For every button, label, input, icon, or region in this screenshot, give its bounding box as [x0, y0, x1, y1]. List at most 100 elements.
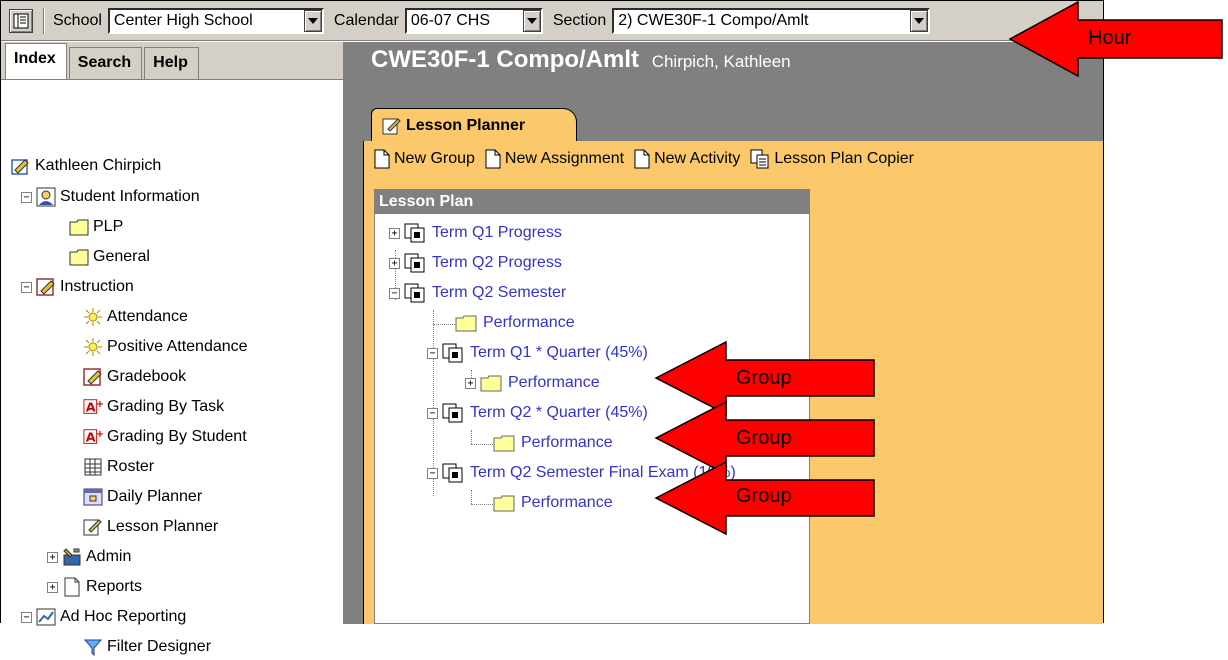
- tree-item-student-information[interactable]: − Student Information: [21, 184, 200, 210]
- plan-item-term-q2-semester[interactable]: − Term Q2 Semester: [389, 280, 566, 306]
- ad-hoc-chart-icon: [36, 607, 56, 627]
- expand-icon[interactable]: +: [389, 227, 400, 239]
- tree-item-grading-by-task[interactable]: A+ Grading By Task: [83, 394, 224, 420]
- chevron-down-icon[interactable]: [522, 9, 541, 32]
- annotation-label-hour: Hour: [1088, 27, 1132, 49]
- new-document-icon: [374, 149, 390, 169]
- tree-connector: [471, 444, 493, 445]
- tree-item-kathleen-chirpich[interactable]: Kathleen Chirpich: [11, 153, 161, 179]
- gradebook-icon: [83, 367, 103, 387]
- copy-icon: [750, 149, 770, 169]
- folder-icon: [493, 434, 515, 452]
- top-toolbar: School Center High School Calendar 06-07…: [1, 1, 1103, 41]
- new-activity-button[interactable]: New Activity: [634, 149, 740, 169]
- tree-item-reports[interactable]: + Reports: [47, 574, 142, 600]
- collapse-icon[interactable]: −: [427, 347, 438, 359]
- collapse-icon[interactable]: −: [389, 287, 400, 299]
- attendance-icon: [83, 337, 103, 357]
- plan-item-label: Performance: [521, 434, 613, 451]
- plan-item-performance[interactable]: Performance: [493, 430, 613, 456]
- stacked-pages-icon: [442, 403, 464, 423]
- user-edit-icon: [11, 156, 31, 176]
- calendar-select[interactable]: 06-07 CHS: [404, 7, 543, 34]
- tab-help[interactable]: Help: [144, 47, 199, 79]
- tab-search[interactable]: Search: [68, 47, 143, 79]
- tree-item-label: Admin: [86, 548, 132, 565]
- tree-item-instruction[interactable]: − Instruction: [21, 274, 134, 300]
- expand-icon[interactable]: +: [47, 551, 58, 563]
- tab-index[interactable]: Index: [5, 43, 67, 79]
- svg-text:+: +: [96, 399, 103, 410]
- plan-item-label: Performance: [508, 374, 600, 391]
- plan-item-term-q1-progress[interactable]: + Term Q1 Progress: [389, 220, 562, 246]
- tree-item-ad-hoc-reporting[interactable]: − Ad Hoc Reporting: [21, 604, 186, 630]
- new-group-label: New Group: [394, 150, 475, 167]
- tree-item-plp[interactable]: PLP: [69, 214, 123, 240]
- tree-item-label: Positive Attendance: [107, 338, 248, 355]
- stacked-pages-icon: [404, 253, 426, 273]
- student-info-icon: [36, 187, 56, 207]
- plan-item-label: Term Q1 * Quarter (45%): [470, 344, 648, 361]
- toggle-index-button[interactable]: [9, 8, 33, 33]
- lesson-plan-copier-button[interactable]: Lesson Plan Copier: [750, 149, 914, 169]
- plan-item-label: Performance: [483, 314, 575, 331]
- section-select[interactable]: 2) CWE30F-1 Compo/Amlt: [612, 7, 931, 34]
- school-select[interactable]: Center High School: [107, 7, 324, 34]
- lesson-planner-icon: [382, 116, 402, 136]
- tree-item-filter-designer[interactable]: Filter Designer: [83, 634, 211, 660]
- tree-item-grading-by-student[interactable]: A+ Grading By Student: [83, 424, 247, 450]
- plan-item-label: Term Q2 Progress: [432, 254, 562, 271]
- tree-item-gradebook[interactable]: Gradebook: [83, 364, 186, 390]
- copier-label: Lesson Plan Copier: [774, 150, 914, 167]
- action-bar: New Group New Assignment New Activity Le…: [374, 149, 924, 169]
- calendar-icon: [83, 487, 103, 507]
- folder-icon: [69, 217, 89, 237]
- collapse-icon[interactable]: −: [427, 467, 438, 479]
- new-assignment-button[interactable]: New Assignment: [485, 149, 624, 169]
- tree-item-general[interactable]: General: [69, 244, 150, 270]
- new-group-button[interactable]: New Group: [374, 149, 475, 169]
- grade-a-plus-icon: A+: [83, 397, 103, 417]
- tree-item-lesson-planner[interactable]: Lesson Planner: [83, 514, 218, 540]
- tree-item-label: Lesson Planner: [107, 518, 219, 535]
- plan-item-term-q2-progress[interactable]: + Term Q2 Progress: [389, 250, 562, 276]
- plan-item-label: Term Q1 Progress: [432, 224, 562, 241]
- tree-item-label: Grading By Student: [107, 428, 247, 445]
- chevron-down-icon[interactable]: [303, 9, 322, 32]
- lesson-plan-header: Lesson Plan: [375, 190, 809, 214]
- attendance-icon: [83, 307, 103, 327]
- plan-item-label: Performance: [521, 494, 613, 511]
- folder-icon: [480, 374, 502, 392]
- tree-item-attendance[interactable]: Attendance: [83, 304, 188, 330]
- stacked-pages-icon: [442, 343, 464, 363]
- chevron-down-icon[interactable]: [910, 9, 929, 32]
- expand-icon[interactable]: +: [47, 581, 58, 593]
- expand-icon[interactable]: +: [389, 257, 400, 269]
- tree-item-label: PLP: [93, 218, 124, 235]
- stacked-pages-icon: [404, 283, 426, 303]
- plan-item-performance[interactable]: + Performance: [465, 370, 600, 396]
- plan-item-term-q1-quarter[interactable]: − Term Q1 * Quarter (45%): [427, 340, 648, 366]
- plan-item-performance[interactable]: Performance: [455, 310, 575, 336]
- tree-item-label: Instruction: [60, 278, 134, 295]
- tab-lesson-planner[interactable]: Lesson Planner: [371, 108, 577, 142]
- tree-item-roster[interactable]: Roster: [83, 454, 154, 480]
- calendar-label: Calendar: [333, 11, 399, 29]
- expand-icon[interactable]: +: [465, 377, 476, 389]
- collapse-icon[interactable]: −: [21, 191, 32, 203]
- collapse-icon[interactable]: −: [21, 611, 32, 623]
- collapse-icon[interactable]: −: [21, 281, 32, 293]
- collapse-icon[interactable]: −: [427, 407, 438, 419]
- grade-a-plus-icon: A+: [83, 427, 103, 447]
- app-window: School Center High School Calendar 06-07…: [0, 0, 1104, 657]
- instruction-icon: [36, 277, 56, 297]
- plan-item-performance[interactable]: Performance: [493, 490, 613, 516]
- tree-item-label: Roster: [107, 458, 155, 475]
- tree-item-label: Kathleen Chirpich: [35, 157, 162, 174]
- tree-item-admin[interactable]: + Admin: [47, 544, 131, 570]
- pane-divider[interactable]: [343, 42, 353, 624]
- tree-item-daily-planner[interactable]: Daily Planner: [83, 484, 202, 510]
- svg-text:+: +: [96, 429, 103, 440]
- tree-item-positive-attendance[interactable]: Positive Attendance: [83, 334, 248, 360]
- plan-item-term-q2-quarter[interactable]: − Term Q2 * Quarter (45%): [427, 400, 648, 426]
